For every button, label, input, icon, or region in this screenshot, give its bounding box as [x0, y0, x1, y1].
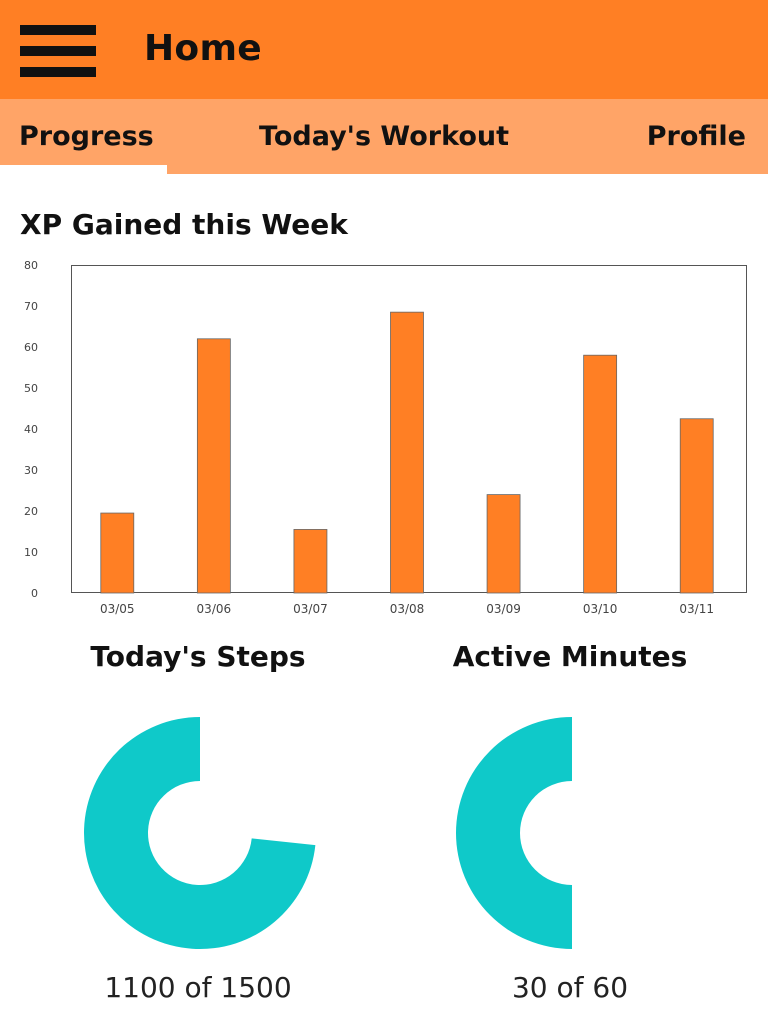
xp-bar — [100, 512, 135, 594]
hamburger-menu-icon[interactable] — [20, 25, 96, 77]
y-tick-label: 0 — [31, 587, 38, 600]
xp-bar — [486, 494, 521, 594]
x-tick-label: 03/10 — [583, 602, 618, 616]
y-tick-label: 20 — [24, 505, 38, 518]
x-tick-label: 03/09 — [486, 602, 521, 616]
y-tick-label: 10 — [24, 546, 38, 559]
active-tab-indicator — [0, 165, 167, 174]
active-minutes-value: 30 of 60 — [511, 971, 629, 1004]
xp-bar — [293, 529, 328, 594]
steps-title: Today's Steps — [90, 640, 306, 673]
tab-profile[interactable]: Profile — [647, 99, 746, 174]
steps-progress-ring — [83, 717, 316, 949]
tab-bar: Today's Workout Progress Profile — [0, 99, 768, 174]
hamburger-line — [20, 67, 96, 77]
steps-ring-segment — [83, 717, 316, 949]
xp-bar — [390, 311, 424, 594]
steps-value: 1100 of 1500 — [104, 971, 292, 1004]
y-tick-label: 70 — [24, 300, 38, 313]
tab-progress[interactable]: Progress — [19, 99, 154, 174]
y-tick-label: 50 — [24, 382, 38, 395]
active-minutes-progress-ring — [456, 717, 572, 949]
xp-bar — [196, 338, 231, 594]
xp-bar — [679, 418, 714, 594]
y-tick-label: 40 — [24, 423, 38, 436]
x-tick-label: 03/08 — [390, 602, 425, 616]
y-tick-label: 30 — [24, 464, 38, 477]
x-tick-label: 03/06 — [197, 602, 232, 616]
xp-bar-chart: 0 10 20 30 40 50 60 70 80 03/05 03/06 03/07 03/08 03/… — [24, 259, 747, 616]
hamburger-line — [20, 25, 96, 35]
x-tick-label: 03/07 — [293, 602, 328, 616]
y-tick-label: 80 — [24, 259, 38, 272]
y-tick-label: 60 — [24, 341, 38, 354]
page-title: Home — [144, 28, 262, 69]
app-header: Home — [0, 0, 768, 99]
hamburger-line — [20, 46, 96, 56]
xp-chart-title: XP Gained this Week — [20, 208, 348, 241]
active-minutes-title: Active Minutes — [452, 640, 688, 673]
x-tick-label: 03/11 — [679, 602, 714, 616]
xp-bar — [583, 354, 618, 594]
x-tick-label: 03/05 — [100, 602, 135, 616]
active-minutes-ring-segment — [456, 717, 572, 949]
